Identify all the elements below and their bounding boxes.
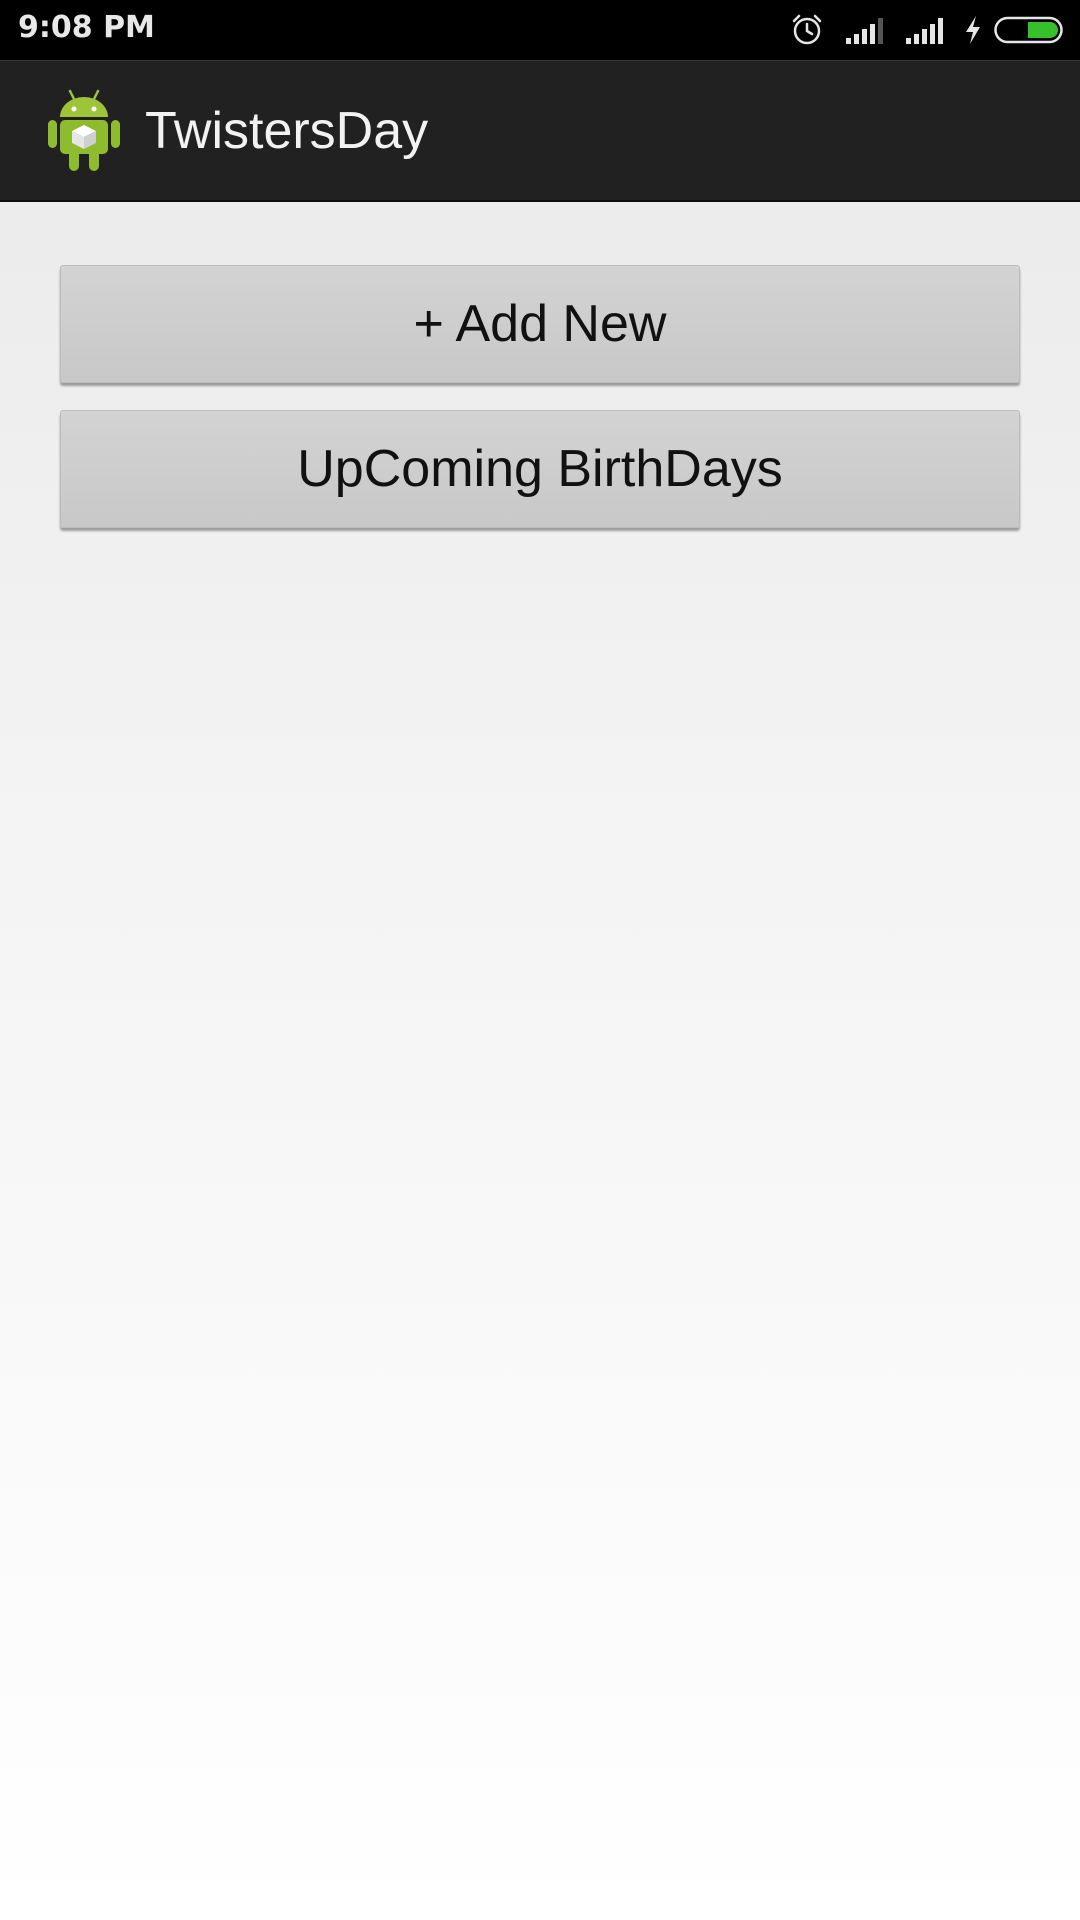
add-new-button[interactable]: + Add New: [60, 265, 1020, 383]
app-title: TwistersDay: [145, 102, 429, 160]
status-time: 9:08 PM: [18, 10, 155, 45]
action-bar: TwistersDay: [0, 60, 1080, 202]
signal-icon: [846, 18, 883, 44]
status-icons: [770, 0, 1066, 60]
charging-icon: [966, 16, 980, 44]
upcoming-birthdays-button[interactable]: UpComing BirthDays: [60, 410, 1020, 528]
alarm-icon: [792, 14, 822, 45]
android-app-icon: [48, 89, 120, 171]
app-screen: 9:08 PM TwistersDay + Add New UpComing B…: [0, 0, 1080, 1920]
signal-icon: [906, 18, 943, 44]
upcoming-birthdays-button-label: UpComing BirthDays: [297, 440, 783, 498]
add-new-button-label: + Add New: [413, 295, 667, 353]
status-bar: 9:08 PM: [0, 0, 1080, 60]
battery-icon: [994, 16, 1063, 44]
